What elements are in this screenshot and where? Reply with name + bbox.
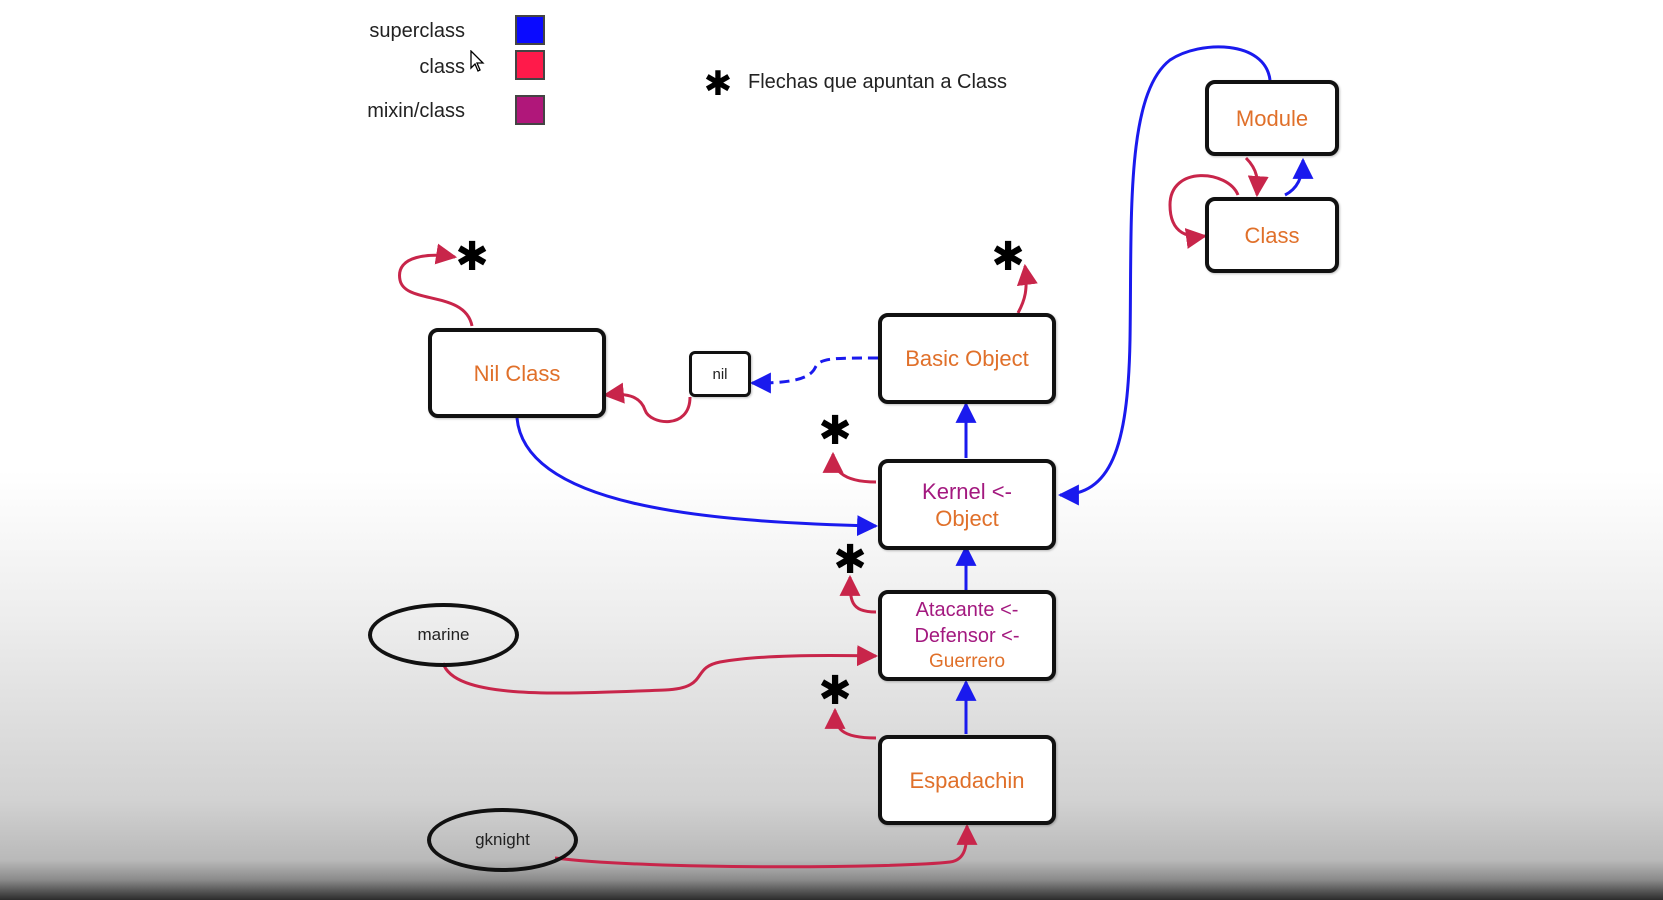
star-kernel-icon: ✱	[818, 409, 852, 453]
star-nilclass-icon: ✱	[455, 235, 489, 279]
node-kernel-object: Kernel <- Object	[878, 459, 1056, 550]
edge-marine-to-atacante	[441, 645, 879, 695]
object-label: Object	[935, 505, 999, 531]
defensor-label: Defensor <-	[914, 624, 1020, 647]
star-espadachin-icon: ✱	[818, 669, 852, 713]
edge-class-to-module	[1284, 157, 1314, 197]
edge-module-to-class	[1244, 156, 1269, 198]
node-class: Class	[1205, 197, 1339, 273]
atacante-label: Atacante <-	[915, 598, 1019, 621]
kernel-label: Kernel <-	[922, 478, 1012, 504]
edge-basicobject-to-nil	[749, 356, 879, 394]
star-basicobject-icon: ✱	[991, 235, 1025, 279]
node-nil: nil	[689, 351, 751, 397]
guerrero-label: Guerrero	[928, 650, 1006, 672]
edge-espadachin-to-star	[824, 707, 877, 740]
node-basic-object: Basic Object	[878, 313, 1056, 404]
node-espadachin: Espadachin	[878, 735, 1056, 825]
edge-atacante-to-star	[839, 574, 877, 614]
node-module: Module	[1205, 80, 1339, 156]
node-atacante-defensor-guerrero: Atacante <- Defensor <- Guerrero	[878, 590, 1056, 681]
node-gknight: gknight	[427, 808, 578, 872]
edge-nil-to-nilclass	[602, 382, 692, 423]
edge-gknight-to-espadachin	[554, 823, 978, 869]
node-nil-class: Nil Class	[428, 328, 606, 418]
edge-kernel-to-star	[822, 451, 877, 484]
star-atacante-icon: ✱	[833, 538, 867, 582]
node-marine: marine	[368, 603, 519, 667]
